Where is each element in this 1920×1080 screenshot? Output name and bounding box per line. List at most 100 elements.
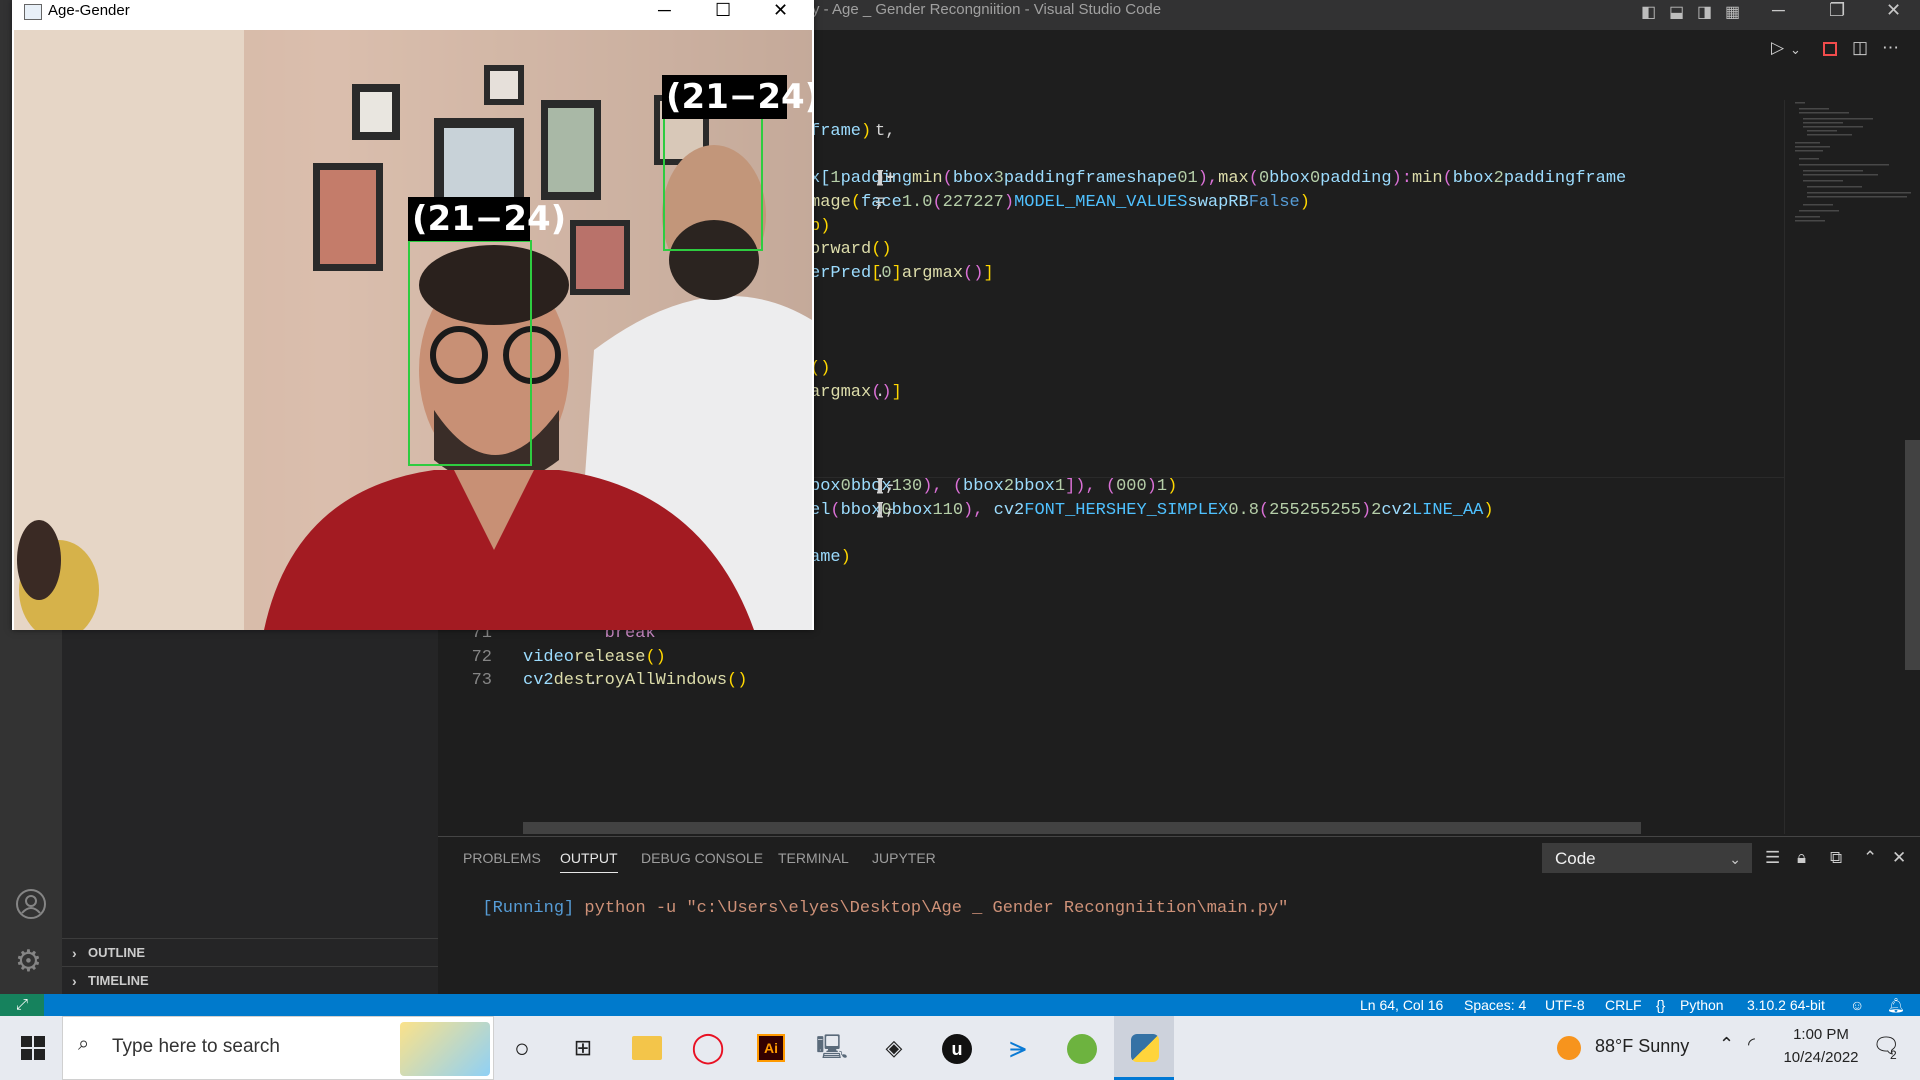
code-line: erPred[0]. argmax()] xyxy=(810,262,1626,286)
code-token: ( xyxy=(1258,501,1270,520)
illustrator-icon[interactable]: Ai xyxy=(757,1034,785,1062)
python-interpreter[interactable]: 3.10.2 64-bit xyxy=(1747,994,1825,1016)
outline-section[interactable]: › OUTLINE xyxy=(62,938,438,966)
encoding-status[interactable]: UTF-8 xyxy=(1545,994,1585,1016)
eol-status[interactable]: CRLF xyxy=(1605,994,1642,1016)
code-token: = xyxy=(875,193,886,213)
customize-layout-icon[interactable]: ▦ xyxy=(1725,2,1740,22)
clock-date[interactable]: 10/24/2022 xyxy=(1776,1049,1866,1066)
accounts-icon[interactable] xyxy=(15,888,47,920)
opera-browser-icon[interactable]: ◯ xyxy=(688,1028,728,1068)
tab-debug-console[interactable]: DEBUG CONSOLE xyxy=(641,850,763,866)
line-content: video. release() xyxy=(523,646,666,670)
notifications-bell-icon[interactable]: 🔔︎ xyxy=(1887,994,1905,1016)
vscode-minimize-button[interactable]: ─ xyxy=(1772,0,1785,21)
spring-tool-icon[interactable] xyxy=(1067,1034,1097,1064)
code-token: argmax xyxy=(901,264,964,284)
start-button[interactable] xyxy=(0,1016,62,1080)
code-token: destroyAllWindows xyxy=(553,671,728,691)
timeline-label: TIMELINE xyxy=(88,973,149,988)
code-token: FONT_HERSHEY_SIMPLEX xyxy=(1024,501,1229,520)
feedback-icon[interactable]: ☺ xyxy=(1850,994,1864,1016)
maximize-panel-icon[interactable]: ⌃ xyxy=(1863,848,1877,868)
tab-problems[interactable]: PROBLEMS xyxy=(463,850,541,866)
code-token: bbox xyxy=(1269,169,1310,189)
vscode-taskbar-icon[interactable]: ⪫ xyxy=(998,1028,1038,1068)
toggle-sidebar-icon[interactable]: ◧ xyxy=(1641,2,1656,22)
code-token: ( xyxy=(942,169,953,189)
code-line: box[0], bbox[1]- 30), (bbox[2], bbox[1]),… xyxy=(810,475,1626,499)
lock-scroll-icon[interactable]: 🔒︎ xyxy=(1797,848,1806,868)
timeline-section[interactable]: › TIMELINE xyxy=(62,966,438,994)
camera-window-titlebar[interactable] xyxy=(12,0,814,30)
cursor-position[interactable]: Ln 64, Col 16 xyxy=(1360,994,1443,1016)
code-token: bbox xyxy=(952,169,994,189)
settings-gear-icon[interactable]: ⚙ xyxy=(15,944,42,979)
code-line: orward() xyxy=(810,238,1626,262)
tab-jupyter[interactable]: JUPYTER xyxy=(872,850,936,866)
clock-time[interactable]: 1:00 PM xyxy=(1790,1026,1852,1043)
camera-maximize-button[interactable]: ☐ xyxy=(715,0,731,21)
tab-terminal[interactable]: TERMINAL xyxy=(778,850,849,866)
camera-minimize-button[interactable]: ─ xyxy=(658,0,671,21)
output-channel-select[interactable]: Code ⌄ xyxy=(1542,843,1752,873)
toggle-panel-icon[interactable]: ⬓ xyxy=(1669,2,1684,22)
file-explorer-icon[interactable] xyxy=(632,1036,662,1060)
open-output-editor-icon[interactable]: ⧉ xyxy=(1830,848,1842,868)
code-token: 2 xyxy=(1371,501,1382,520)
minimap[interactable] xyxy=(1784,100,1911,834)
camera-close-button[interactable]: ✕ xyxy=(773,0,788,21)
age-label: (21−24) xyxy=(408,197,566,241)
chevron-up-icon[interactable]: ⌃ xyxy=(1719,1034,1734,1055)
remote-indicator[interactable]: ⤢ xyxy=(0,994,44,1016)
toggle-secondary-sidebar-icon[interactable]: ◨ xyxy=(1697,2,1712,22)
code-token: 255 xyxy=(1330,501,1361,520)
search-placeholder: Type here to search xyxy=(112,1036,280,1057)
code-token: MODEL_MEAN_VALUES xyxy=(1014,193,1188,213)
task-view-icon[interactable]: ⊞ xyxy=(563,1028,603,1068)
code-token: 1 xyxy=(1054,477,1066,497)
close-panel-icon[interactable]: ✕ xyxy=(1892,848,1906,868)
code-token: ), xyxy=(1197,169,1219,189)
horizontal-scrollbar[interactable] xyxy=(523,822,1641,834)
code-token: ( xyxy=(850,193,862,213)
unreal-engine-icon[interactable]: u xyxy=(942,1034,972,1064)
code-token: () xyxy=(963,264,984,284)
unity-icon[interactable]: ◈ xyxy=(874,1028,914,1068)
code-token: LINE_AA xyxy=(1411,501,1484,520)
vscode-restore-button[interactable]: ❐ xyxy=(1829,0,1845,21)
weather-widget[interactable]: 88°F Sunny xyxy=(1595,1036,1689,1057)
code-token: min xyxy=(1411,169,1443,189)
code-token: . xyxy=(875,501,886,520)
more-actions-button[interactable]: ⋯ xyxy=(1882,38,1899,58)
language-mode[interactable]: Python xyxy=(1680,994,1724,1016)
braces-icon: {} xyxy=(1656,997,1666,1013)
vscode-close-button[interactable]: ✕ xyxy=(1886,0,1901,21)
cortana-icon[interactable]: ○ xyxy=(502,1028,542,1068)
run-menu-chevron-icon[interactable]: ⌄ xyxy=(1790,42,1801,58)
run-python-file-button[interactable]: ▷ xyxy=(1771,38,1784,58)
clear-output-icon[interactable]: ☰ xyxy=(1765,848,1780,868)
code-token: ) xyxy=(1483,501,1494,520)
code-token: 2 xyxy=(1493,169,1504,189)
python-icon xyxy=(1131,1034,1159,1062)
wifi-icon[interactable]: ◜ xyxy=(1748,1034,1755,1055)
line-content: cv2. destroyAllWindows() xyxy=(523,669,747,693)
vscode-window-title: y - Age _ Gender Recongniition - Visual … xyxy=(812,1,1162,18)
network-drive-icon[interactable]: 🖳︎ xyxy=(812,1028,852,1068)
code-token: 255 xyxy=(1299,501,1331,520)
chevron-down-icon: ⌄ xyxy=(1729,851,1741,867)
code-token: min xyxy=(912,169,943,189)
tab-output[interactable]: OUTPUT xyxy=(560,850,618,873)
code-token: 3 xyxy=(993,169,1004,189)
vertical-scrollbar[interactable] xyxy=(1905,440,1920,670)
indentation-status[interactable]: Spaces: 4 xyxy=(1464,994,1526,1016)
stop-icon[interactable] xyxy=(1823,42,1837,56)
code-token: cv2 xyxy=(1381,501,1412,520)
chevron-right-icon: › xyxy=(72,945,77,961)
search-highlight-image xyxy=(400,1022,490,1076)
code-token: 227 xyxy=(942,193,974,213)
split-editor-button[interactable]: ◫ xyxy=(1852,38,1868,58)
code-token: ) xyxy=(840,548,851,568)
